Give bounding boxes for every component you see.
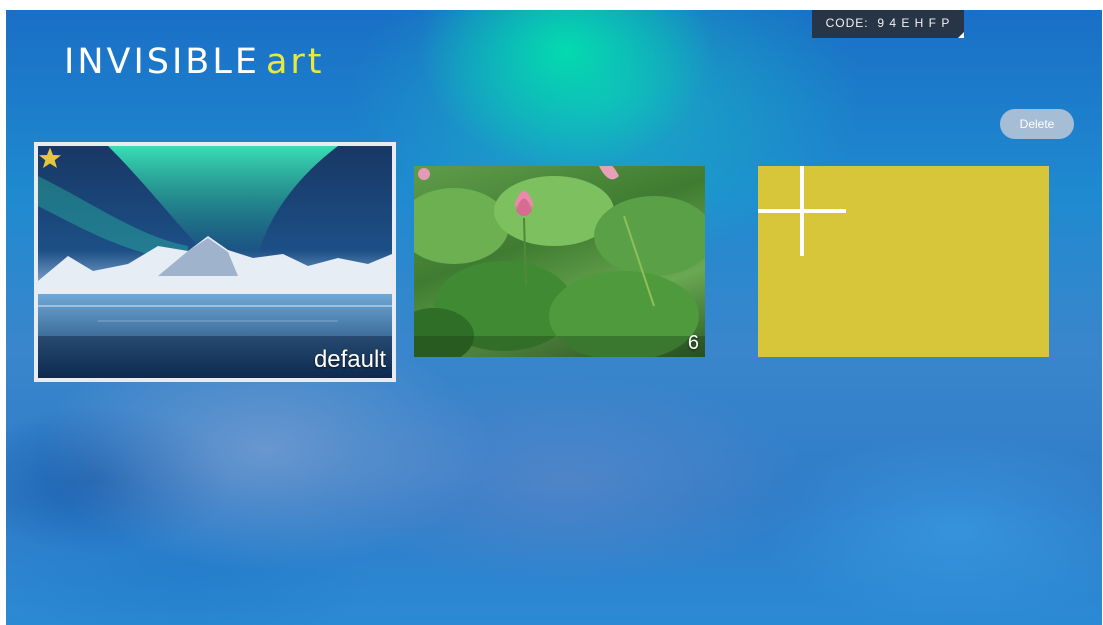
screen: INVISIBLE art CODE: 9 4 E H F P Delete d…: [6, 10, 1102, 625]
app-logo: INVISIBLE art: [64, 42, 325, 82]
aurora-landscape-image: [38, 146, 392, 378]
lotus-leaves-image: [414, 166, 705, 357]
gallery-card-6[interactable]: 6: [414, 166, 705, 357]
card-label: default: [313, 346, 386, 373]
gallery-card-default[interactable]: default: [34, 142, 396, 382]
delete-button[interactable]: Delete: [1000, 109, 1074, 139]
card-label: 6: [687, 332, 699, 354]
plus-icon: [758, 166, 846, 256]
code-badge-text: CODE: 9 4 E H F P: [825, 16, 951, 30]
logo-accent-text: art: [265, 42, 325, 82]
add-gallery-tile[interactable]: [758, 166, 1049, 357]
star-icon: [39, 147, 61, 168]
logo-primary-text: INVISIBLE: [64, 42, 260, 82]
code-badge: CODE: 9 4 E H F P: [812, 10, 964, 38]
